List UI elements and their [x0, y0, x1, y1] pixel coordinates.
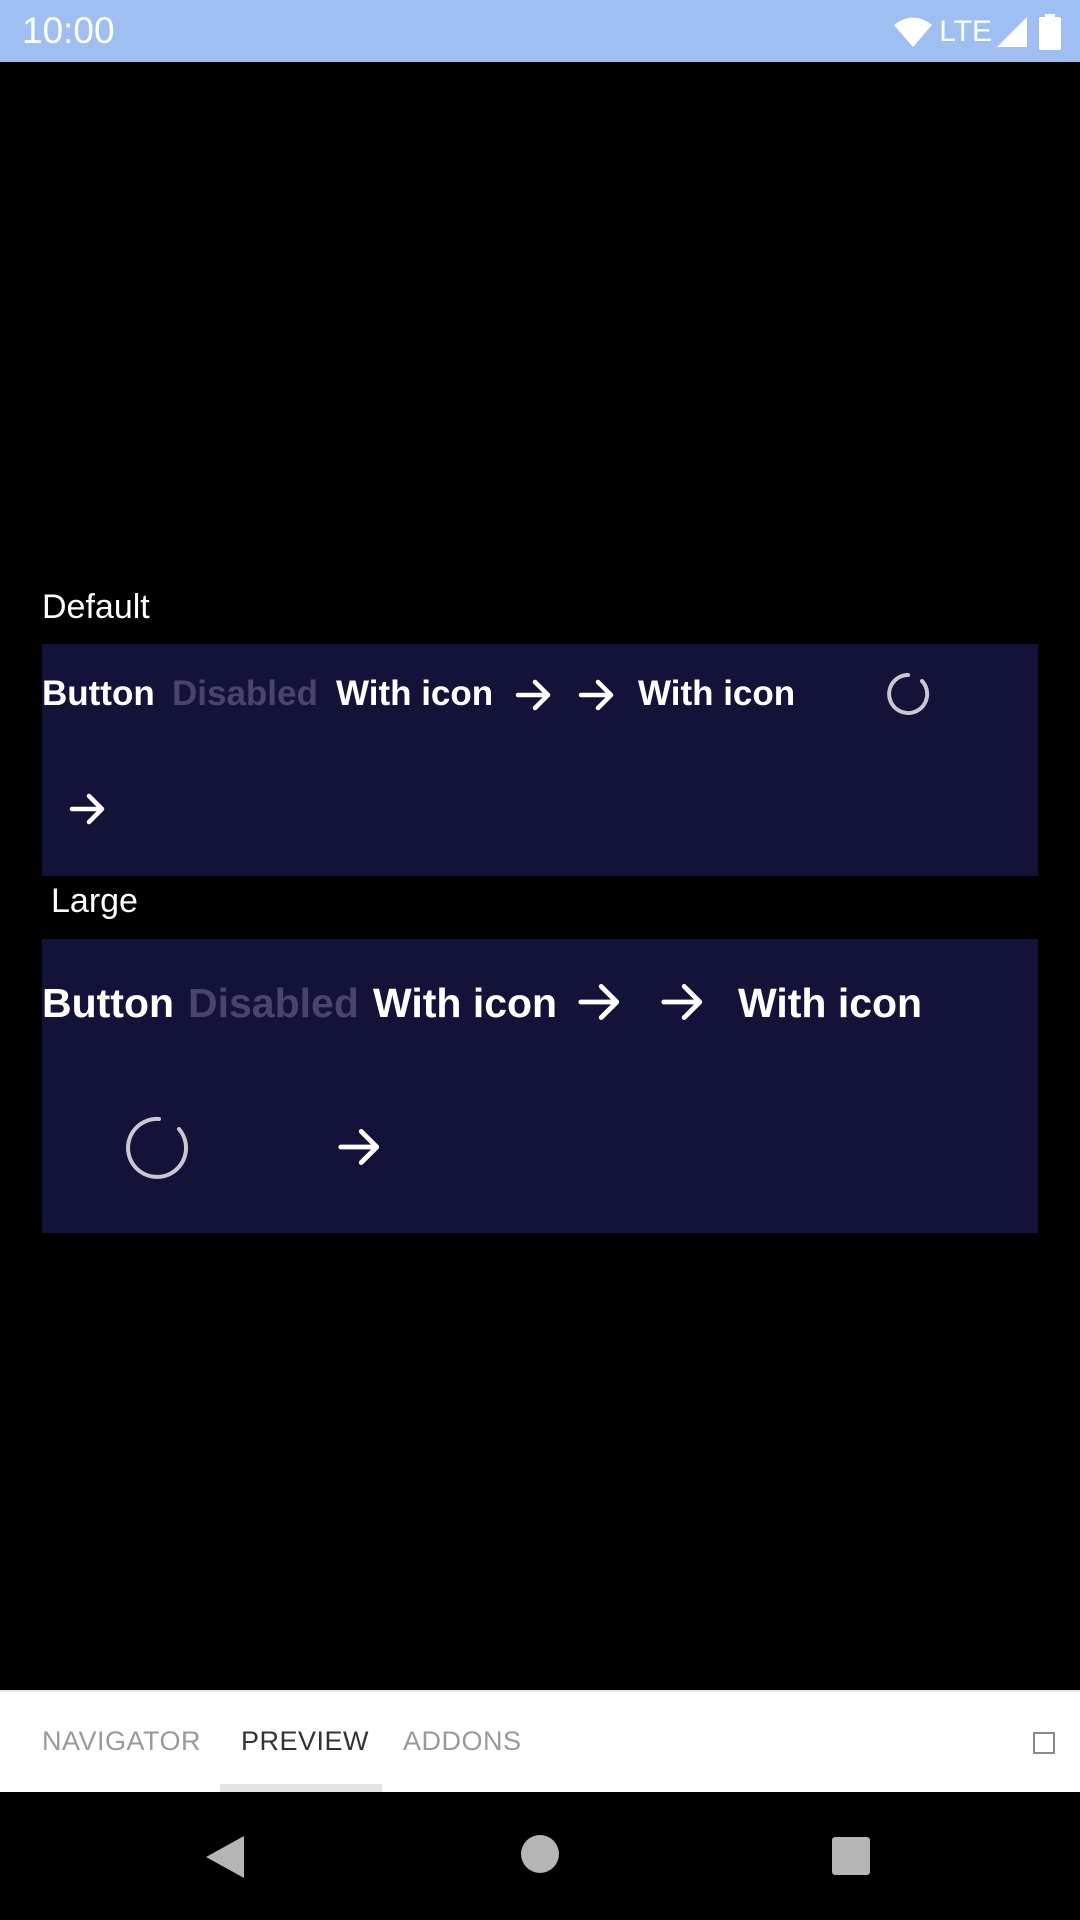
cell-signal-icon: [997, 17, 1027, 47]
status-bar: 10:00 LTE: [0, 0, 1080, 62]
wifi-icon: [894, 17, 933, 47]
tab-addons[interactable]: ADDONS: [403, 1726, 522, 1757]
active-tab-indicator: [220, 1784, 382, 1792]
large-button[interactable]: Button: [42, 980, 174, 1027]
back-icon[interactable]: [204, 1834, 246, 1880]
battery-icon: [1039, 14, 1061, 50]
fullscreen-toggle-icon[interactable]: [1033, 1732, 1055, 1754]
default-disabled-button: Disabled: [172, 674, 318, 713]
preview-canvas: Default Button Disabled With icon With i…: [0, 62, 1080, 1690]
loading-spinner-icon: [126, 1116, 188, 1179]
tab-navigator[interactable]: NAVIGATOR: [42, 1726, 201, 1757]
section-title-large: Large: [51, 882, 138, 920]
status-icons: LTE: [893, 12, 1062, 52]
default-with-icon-button[interactable]: With icon: [336, 674, 493, 714]
section-title-default: Default: [42, 588, 150, 626]
home-icon[interactable]: [520, 1834, 560, 1874]
arrow-right-icon[interactable]: [336, 1123, 384, 1171]
arrow-right-icon[interactable]: [659, 978, 707, 1026]
default-icon-with-text-button[interactable]: With icon: [638, 674, 795, 714]
tab-preview[interactable]: PREVIEW: [241, 1726, 369, 1757]
network-type: LTE: [939, 15, 992, 48]
arrow-right-icon[interactable]: [68, 789, 108, 829]
large-disabled-button: Disabled: [188, 980, 359, 1026]
system-navigation-bar: [0, 1792, 1080, 1920]
status-time: 10:00: [22, 10, 115, 51]
large-with-icon-button[interactable]: With icon: [373, 980, 557, 1027]
storybook-tab-bar: NAVIGATOR PREVIEW ADDONS: [0, 1690, 1080, 1792]
arrow-right-icon: [578, 984, 620, 1020]
default-button-panel: Button Disabled With icon With icon: [42, 644, 1038, 876]
large-icon-with-text-button[interactable]: With icon: [738, 980, 922, 1027]
default-button[interactable]: Button: [42, 674, 155, 714]
recents-icon[interactable]: [831, 1836, 871, 1876]
large-button-panel: Button Disabled With icon With icon: [42, 939, 1038, 1233]
arrow-right-icon: [515, 679, 551, 711]
loading-spinner-icon: [887, 673, 930, 715]
arrow-right-icon[interactable]: [577, 675, 617, 715]
